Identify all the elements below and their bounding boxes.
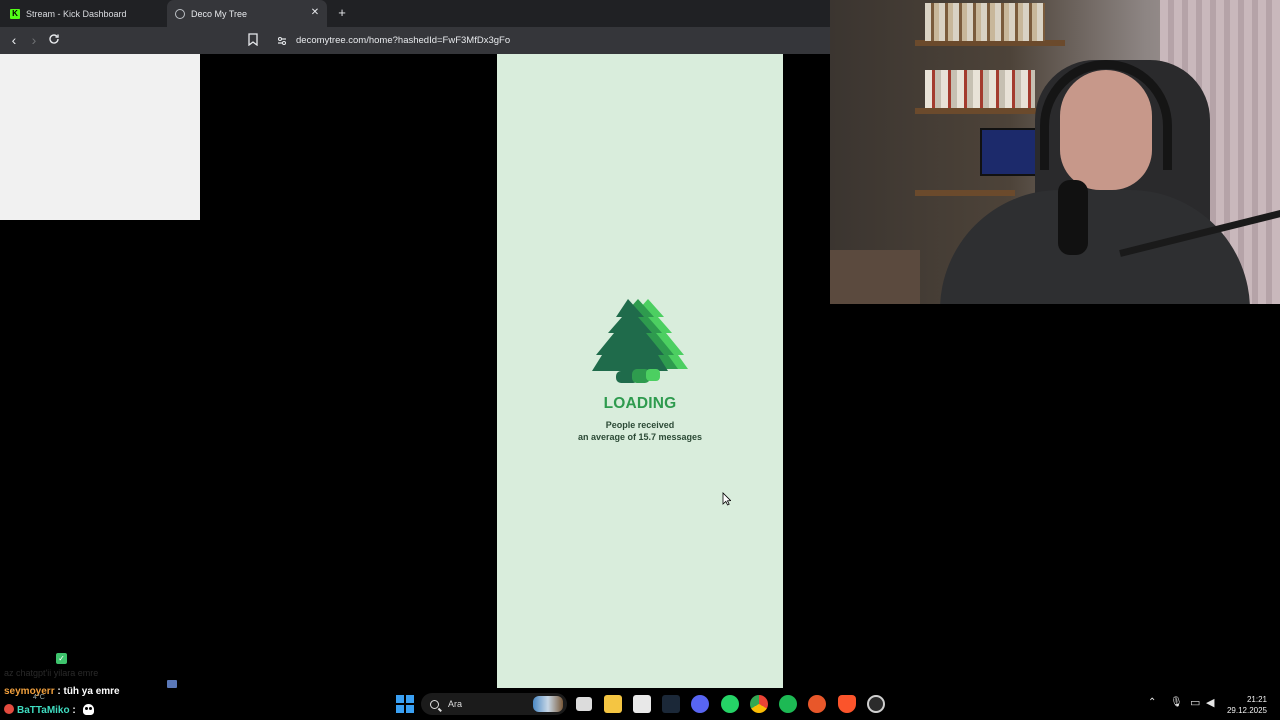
small-monitor	[980, 128, 1040, 176]
tab-label: Deco My Tree	[191, 8, 248, 19]
taskbar: Ara ⌃ 🎙 ▭ ◀ 21:21 29.12.2025	[0, 688, 1280, 720]
subtitle-line-1: People received	[605, 420, 675, 430]
globe-icon	[175, 8, 185, 19]
microphone-icon	[1058, 180, 1088, 255]
mouse-cursor-icon	[722, 492, 731, 506]
search-label: Ara	[448, 699, 463, 709]
address-bar[interactable]: decomytree.com/home?hashedId=FwF3MfDx3gF…	[268, 30, 826, 51]
app-icon[interactable]	[808, 695, 826, 713]
whatsapp-icon[interactable]	[721, 695, 739, 713]
tab-deco-my-tree[interactable]: Deco My Tree ✕	[167, 0, 327, 27]
search-highlight-icon	[533, 696, 563, 712]
tab-kick-dashboard[interactable]: K Stream - Kick Dashboard	[0, 0, 165, 27]
bookmark-icon[interactable]	[248, 33, 258, 46]
webcam-overlay	[830, 0, 1280, 304]
site-info-icon[interactable]	[276, 35, 288, 47]
loading-title: LOADING	[603, 395, 677, 412]
brave-icon[interactable]	[838, 695, 856, 713]
spotify-icon[interactable]	[779, 695, 797, 713]
reload-button[interactable]	[46, 32, 62, 48]
chat-emote-icon	[167, 680, 177, 688]
discord-icon[interactable]	[691, 695, 709, 713]
blank-panel	[0, 54, 200, 220]
clock-date: 29.12.2025	[1226, 706, 1267, 715]
close-tab-icon[interactable]: ✕	[309, 7, 321, 19]
kick-icon: K	[10, 8, 20, 19]
task-view-icon[interactable]	[576, 697, 592, 711]
bookshelf-bottom	[915, 190, 1015, 196]
tree-logo-icon	[592, 299, 688, 383]
start-button[interactable]	[396, 695, 414, 713]
tab-label: Stream - Kick Dashboard	[26, 8, 127, 19]
forward-button[interactable]: ›	[26, 32, 42, 48]
loading-subtitle: People received an average of 15.7 messa…	[497, 420, 783, 443]
new-tab-button[interactable]: +	[334, 5, 350, 21]
back-button[interactable]: ‹	[6, 32, 22, 48]
subtitle-line-2: an average of 15.7 messages	[577, 431, 703, 442]
file-explorer-icon[interactable]	[604, 695, 622, 713]
chat-badge-icon: ✓	[56, 653, 67, 664]
chrome-icon[interactable]	[750, 695, 768, 713]
tab-strip: K Stream - Kick Dashboard Deco My Tree ✕…	[0, 0, 830, 27]
clock-time: 21:21	[1246, 695, 1267, 704]
steam-icon[interactable]	[662, 695, 680, 713]
windows-icon	[396, 695, 404, 703]
books	[925, 70, 1035, 108]
url-text: decomytree.com/home?hashedId=FwF3MfDx3gF…	[296, 35, 511, 46]
desk	[830, 250, 920, 304]
obs-icon[interactable]	[867, 695, 885, 713]
taskbar-search[interactable]: Ara	[421, 693, 567, 715]
reload-icon	[49, 34, 59, 44]
system-clock[interactable]: 21:21 29.12.2025	[1227, 694, 1267, 716]
books	[925, 3, 1045, 41]
store-icon[interactable]	[633, 695, 651, 713]
browser-toolbar: ‹ › decomytree.com/home?hashedId=FwF3MfD…	[0, 27, 830, 54]
chat-faded-message: az chatgpt'ii yilara emre	[4, 668, 99, 678]
search-icon	[430, 699, 439, 709]
app-viewport: LOADING People received an average of 15…	[497, 54, 783, 688]
